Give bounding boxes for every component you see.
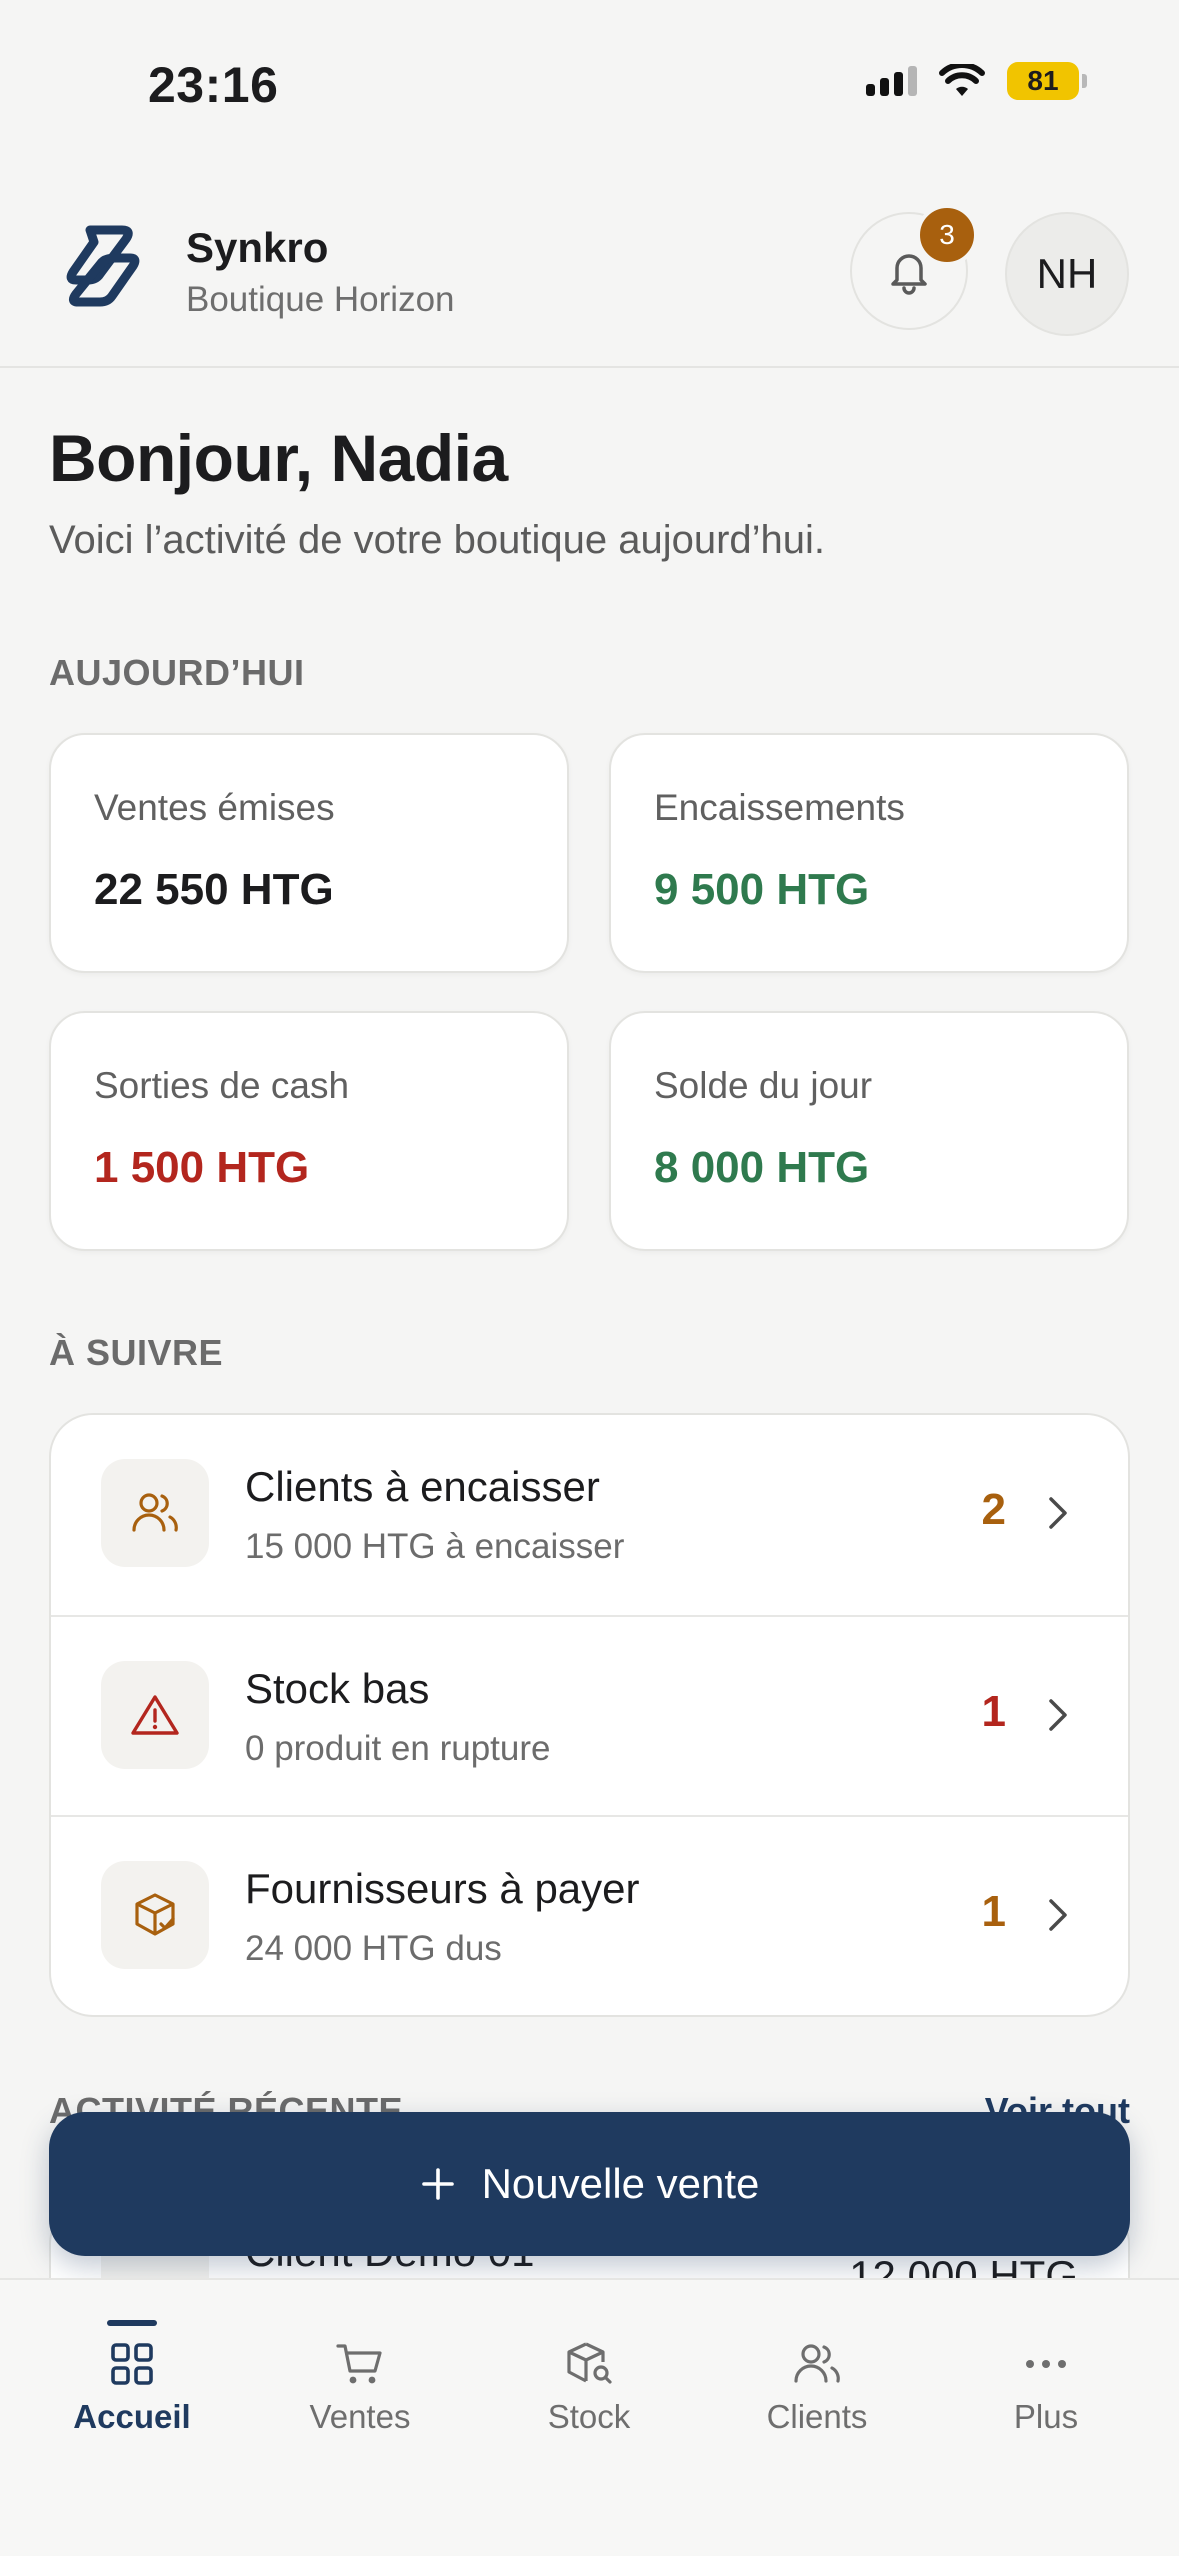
chevron-right-icon <box>1049 1497 1067 1529</box>
follow-item-title: Clients à encaisser <box>245 1463 600 1510</box>
tab-plus[interactable]: Plus <box>932 2280 1160 2470</box>
tab-accueil[interactable]: Accueil <box>18 2280 246 2470</box>
stat-label: Solde du jour <box>654 1065 873 1106</box>
stat-card-day-balance[interactable]: Solde du jour 8 000 HTG <box>609 1011 1129 1251</box>
stat-value: 9 500 HTG <box>654 865 870 914</box>
stat-label: Encaissements <box>654 787 905 828</box>
tab-label: Ventes <box>309 2398 411 2435</box>
plus-icon <box>421 2168 454 2200</box>
stat-value: 1 500 HTG <box>94 1143 310 1192</box>
follow-item-title: Stock bas <box>245 1665 430 1712</box>
section-title-today: AUJOURD’HUI <box>49 652 305 693</box>
page-subtitle: Voici l’activité de votre boutique aujou… <box>49 518 826 562</box>
follow-item-subtitle: 0 produit en rupture <box>245 1729 551 1768</box>
page-title: Bonjour, Nadia <box>49 421 508 495</box>
follow-item-subtitle: 24 000 HTG dus <box>245 1929 502 1968</box>
follow-item-low-stock[interactable]: Stock bas 0 produit en rupture 1 <box>51 1615 1128 1815</box>
active-tab-indicator <box>107 2320 157 2326</box>
chevron-right-icon <box>1049 1699 1067 1731</box>
users-icon <box>101 1459 209 1567</box>
new-sale-button[interactable]: Nouvelle vente <box>49 2112 1130 2256</box>
tab-label: Plus <box>1013 2398 1079 2435</box>
follow-item-suppliers-to-pay[interactable]: Fournisseurs à payer 24 000 HTG dus 1 <box>51 1815 1128 2015</box>
chevron-right-icon <box>1049 1899 1067 1931</box>
box-search-icon <box>567 2342 612 2384</box>
tab-stock[interactable]: Stock <box>475 2280 703 2470</box>
app-header: Synkro Boutique Horizon 3 NH <box>0 150 1179 368</box>
stat-value: 22 550 HTG <box>94 865 334 914</box>
shop-name: Boutique Horizon <box>186 280 455 319</box>
bottom-tab-bar: Accueil Ventes Stock Clients Plus <box>0 2278 1179 2556</box>
synkro-logo-icon <box>66 225 140 307</box>
warning-triangle-icon <box>101 1661 209 1769</box>
follow-up-list: Clients à encaisser 15 000 HTG à encaiss… <box>49 1413 1130 2017</box>
notification-badge: 3 <box>916 204 978 266</box>
status-bar: 23:16 81 <box>0 0 1179 150</box>
more-dots-icon <box>1026 2360 1066 2368</box>
cart-icon <box>336 2344 382 2384</box>
new-sale-label: Nouvelle vente <box>481 2160 760 2207</box>
wifi-icon <box>939 64 985 96</box>
stat-card-cash-out[interactable]: Sorties de cash 1 500 HTG <box>49 1011 569 1251</box>
avatar[interactable]: NH <box>1005 212 1129 336</box>
follow-item-count: 1 <box>981 1887 1006 1936</box>
tab-clients[interactable]: Clients <box>703 2280 931 2470</box>
users-icon <box>794 2344 840 2383</box>
recent-item-amount: 12 000 HTG <box>849 2252 1078 2280</box>
follow-item-count: 1 <box>981 1687 1006 1736</box>
follow-item-clients-to-collect[interactable]: Clients à encaisser 15 000 HTG à encaiss… <box>51 1415 1128 1615</box>
tab-ventes[interactable]: Ventes <box>246 2280 474 2470</box>
battery-icon: 81 <box>1007 62 1087 100</box>
stat-label: Sorties de cash <box>94 1065 350 1106</box>
tab-label: Clients <box>766 2398 868 2435</box>
tab-label: Stock <box>547 2398 631 2435</box>
package-check-icon <box>101 1861 209 1969</box>
brand-name: Synkro <box>186 224 329 271</box>
follow-item-subtitle: 15 000 HTG à encaisser <box>245 1527 625 1566</box>
status-time: 23:16 <box>148 57 279 113</box>
follow-item-title: Fournisseurs à payer <box>245 1865 640 1912</box>
stat-card-collections[interactable]: Encaissements 9 500 HTG <box>609 733 1129 973</box>
section-title-follow-up: À SUIVRE <box>49 1332 224 1373</box>
follow-item-count: 2 <box>981 1485 1006 1534</box>
stat-value: 8 000 HTG <box>654 1143 870 1192</box>
cellular-signal-icon <box>866 66 917 96</box>
tab-label: Accueil <box>73 2398 191 2435</box>
stat-card-sales[interactable]: Ventes émises 22 550 HTG <box>49 733 569 973</box>
dashboard-grid-icon <box>111 2343 153 2385</box>
stat-label: Ventes émises <box>94 787 335 828</box>
